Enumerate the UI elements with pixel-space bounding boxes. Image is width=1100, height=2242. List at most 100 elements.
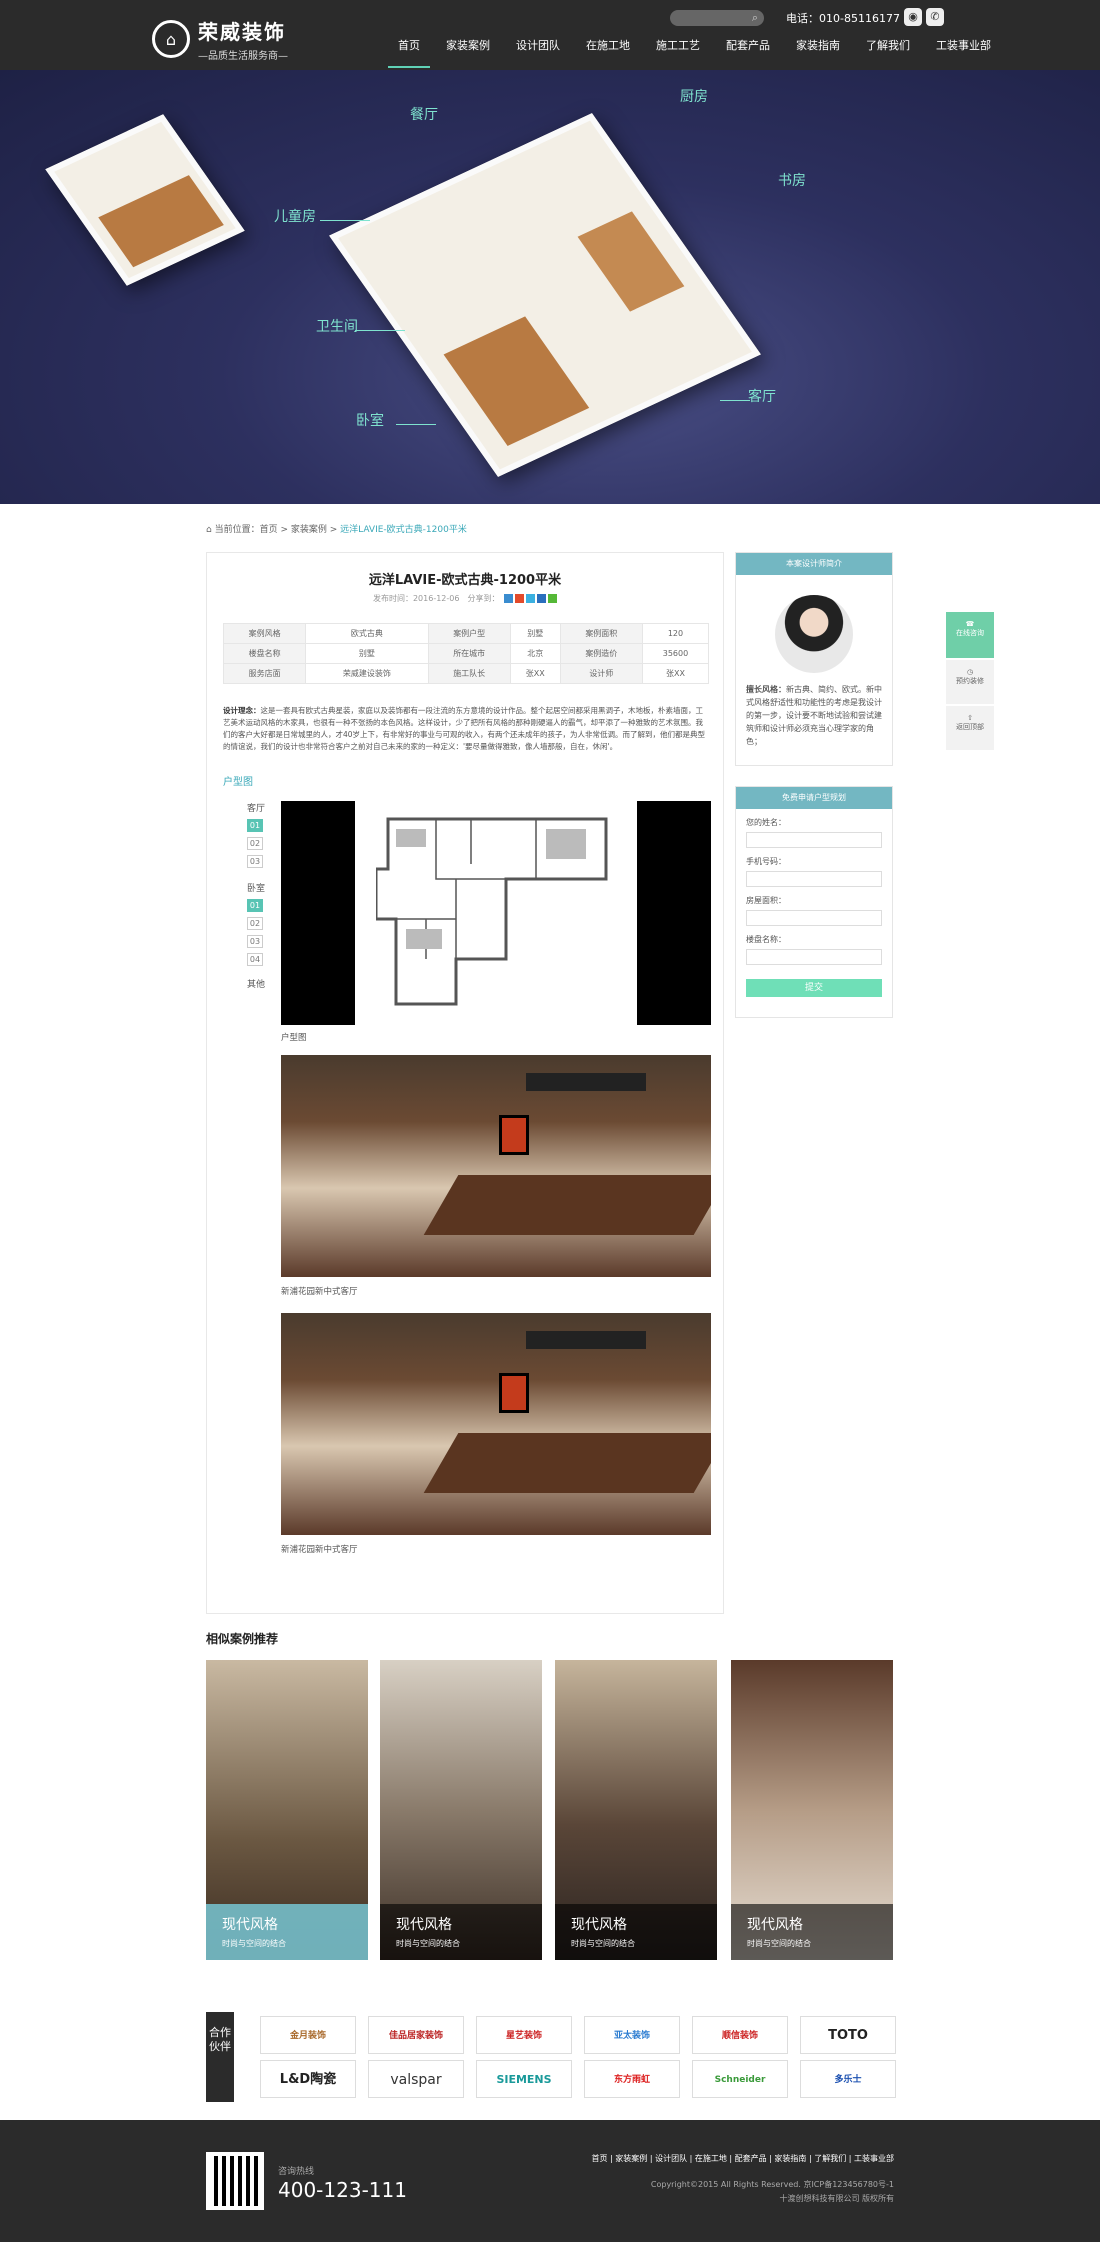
share-qzone-icon[interactable]	[504, 594, 514, 603]
caption-photo-2: 新浦花园新中式客厅	[281, 1545, 358, 1555]
nav-craft[interactable]: 施工工艺	[646, 36, 710, 70]
case-card-2[interactable]: 现代风格 时尚与空间的结合	[380, 1660, 542, 1960]
partner-logo[interactable]: 多乐士	[800, 2060, 896, 2098]
side-nav-bedroom[interactable]: 卧室	[247, 881, 265, 894]
hero-label-bath: 卫生间	[316, 319, 358, 335]
book-renovation-button[interactable]: ◷ 预约装修	[946, 660, 994, 704]
partner-logo[interactable]: Schneider	[692, 2060, 788, 2098]
nav-products[interactable]: 配套产品	[716, 36, 780, 70]
side-nav-living[interactable]: 客厅	[247, 801, 265, 814]
hotline-number: 400-123-111	[278, 2178, 407, 2202]
living-photo-2	[281, 1313, 711, 1535]
brand-name: 荣威装饰	[198, 20, 286, 44]
share-weibo-icon[interactable]	[515, 594, 525, 603]
submit-button[interactable]: 提交	[746, 979, 882, 997]
nav-commercial[interactable]: 工装事业部	[926, 36, 1001, 70]
hero-room-kids	[45, 114, 245, 286]
breadcrumb-path[interactable]: 当前位置：首页 > 家装案例 >	[215, 525, 338, 535]
partner-logo[interactable]: 星艺装饰	[476, 2016, 572, 2054]
name-input[interactable]	[746, 832, 882, 848]
floorplan-drawing	[376, 817, 608, 1006]
hero-banner: 餐厅 厨房 书房 儿童房 卫生间 卧室 客厅	[0, 70, 1100, 504]
weibo-icon[interactable]: ◉	[904, 8, 922, 26]
share-tencent-icon[interactable]	[526, 594, 536, 603]
area-input[interactable]	[746, 910, 882, 926]
logo[interactable]: ⌂ 荣威装饰 —品质生活服务商—	[152, 16, 288, 62]
partner-logo[interactable]: TOTO	[800, 2016, 896, 2054]
search-input[interactable]: ⌕	[670, 10, 764, 26]
nav-cases[interactable]: 家装案例	[436, 36, 500, 70]
designer-card: 本案设计师简介 擅长风格：新古典、简约、欧式。新中式风格舒适性和功能性的考虑是我…	[735, 552, 893, 766]
hero-pointer	[720, 400, 750, 401]
nav-team[interactable]: 设计团队	[506, 36, 570, 70]
hero-pointer	[320, 220, 370, 221]
hero-label-kids: 儿童房	[274, 209, 316, 225]
case-info-table: 案例风格 欧式古典 案例户型 别墅 案例面积 120 楼盘名称 别墅 所在城市 北京 案例造价 35…	[222, 623, 710, 684]
case-card-3[interactable]: 现代风格 时尚与空间的结合	[555, 1660, 717, 1960]
partner-logo[interactable]: SIEMENS	[476, 2060, 572, 2098]
partner-logo[interactable]: 亚太装饰	[584, 2016, 680, 2054]
living-page-1[interactable]: 01	[247, 819, 263, 832]
article-title: 远洋LAVIE-欧式古典-1200平米	[368, 573, 562, 588]
caption-photo-1: 新浦花园新中式客厅	[281, 1287, 358, 1297]
partner-logo[interactable]: 东方雨虹	[584, 2060, 680, 2098]
brand-slogan: —品质生活服务商—	[198, 51, 288, 62]
hero-label-living: 客厅	[748, 389, 776, 405]
case-card-4[interactable]: 现代风格 时尚与空间的结合	[731, 1660, 893, 1960]
label-phone: 手机号码：	[746, 857, 786, 866]
partners-tag: 合作伙伴	[206, 2012, 234, 2102]
hero-label-dining: 餐厅	[410, 107, 438, 123]
nav-guide[interactable]: 家装指南	[786, 36, 850, 70]
living-page-3[interactable]: 03	[247, 855, 263, 868]
nav-sites[interactable]: 在施工地	[576, 36, 640, 70]
arrow-up-icon: ⇧	[967, 714, 973, 722]
share-wechat-icon[interactable]	[548, 594, 558, 603]
section-floorplan-title: 户型图	[223, 777, 253, 788]
hotline-label: 咨询热线	[278, 2167, 315, 2177]
partner-logo[interactable]: 金月装饰	[260, 2016, 356, 2054]
footer-copyright: Copyright©2015 All Rights Reserved. 京ICP…	[650, 2180, 894, 2203]
share-renren-icon[interactable]	[537, 594, 547, 603]
caption-floorplan: 户型图	[281, 1033, 307, 1043]
partner-logo[interactable]: 佳品居家装饰	[368, 2016, 464, 2054]
designer-card-title: 本案设计师简介	[736, 553, 892, 575]
living-page-2[interactable]: 02	[247, 837, 263, 850]
plan-request-form: 免费申请户型规划 您的姓名： 手机号码： 房屋面积： 楼盘名称： 提交	[735, 786, 893, 1018]
side-nav-other[interactable]: 其他	[247, 977, 265, 990]
partner-logo[interactable]: 顺信装饰	[692, 2016, 788, 2054]
bedroom-page-1[interactable]: 01	[247, 899, 263, 912]
hero-label-bedroom: 卧室	[356, 413, 384, 429]
nav-home[interactable]: 首页	[388, 36, 430, 70]
phone-input[interactable]	[746, 871, 882, 887]
wechat-icon[interactable]: ✆	[926, 8, 944, 26]
article-meta: 发布时间：2016-12-06 分享到：	[207, 593, 723, 604]
header-phone: 电话：010-85116177	[786, 12, 900, 25]
hero-label-kitchen: 厨房	[680, 89, 708, 105]
main-nav: 首页 家装案例 设计团队 在施工地 施工工艺 配套产品 家装指南 了解我们 工装…	[388, 36, 1007, 70]
search-icon[interactable]: ⌕	[752, 11, 758, 25]
bedroom-page-2[interactable]: 02	[247, 917, 263, 930]
designer-bio: 擅长风格：新古典、简约、欧式。新中式风格舒适性和功能性的考虑是我设计的第一步，设…	[746, 685, 882, 746]
partner-logo[interactable]: L&D陶瓷	[260, 2060, 356, 2098]
bedroom-page-3[interactable]: 03	[247, 935, 263, 948]
site-footer: 咨询热线 400-123-111 首页 | 家装案例 | 设计团队 | 在施工地…	[0, 2120, 1100, 2242]
breadcrumb: ⌂ 当前位置：首页 > 家装案例 > 远洋LAVIE-欧式古典-1200平米	[206, 522, 467, 535]
hero-label-study: 书房	[778, 173, 806, 189]
partner-logo[interactable]: valspar	[368, 2060, 464, 2098]
nav-about[interactable]: 了解我们	[856, 36, 920, 70]
case-card-1[interactable]: 现代风格 时尚与空间的结合	[206, 1660, 368, 1960]
online-consult-button[interactable]: ☎ 在线咨询	[946, 612, 994, 658]
similar-cases-title: 相似案例推荐	[206, 1632, 279, 1646]
estate-input[interactable]	[746, 949, 882, 965]
living-photo-1	[281, 1055, 711, 1277]
hero-pointer	[396, 424, 436, 425]
design-concept: 设计理念：这是一套具有欧式古典星装，家庭以及装饰都有一段注流的东方意境的设计作品…	[223, 706, 706, 751]
label-area: 房屋面积：	[746, 896, 786, 905]
bedroom-page-4[interactable]: 04	[247, 953, 263, 966]
partners-section: 合作伙伴 金月装饰 佳品居家装饰 星艺装饰 亚太装饰 顺信装饰 TOTO L&D…	[206, 2012, 896, 2102]
home-icon: ⌂	[206, 525, 215, 535]
floorplan-image	[281, 801, 711, 1025]
qr-code	[206, 2152, 264, 2210]
footer-nav[interactable]: 首页 | 家装案例 | 设计团队 | 在施工地 | 配套产品 | 家装指南 | …	[592, 2153, 894, 2164]
back-to-top-button[interactable]: ⇧ 返回顶部	[946, 706, 994, 750]
